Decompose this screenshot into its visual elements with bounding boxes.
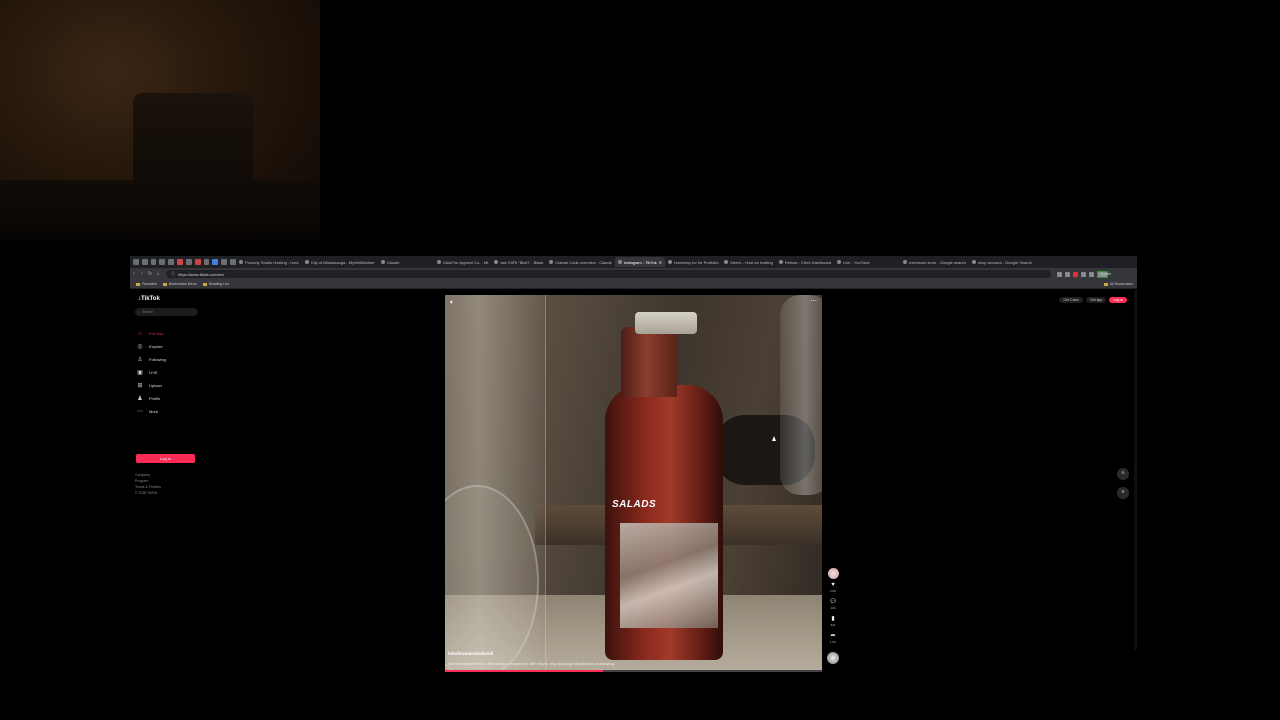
back-icon[interactable]: ‹ xyxy=(130,271,138,277)
comment-count: 126 xyxy=(830,606,836,610)
bookmark-favorites[interactable]: Favorites xyxy=(136,282,157,286)
video-caption-word: SALADS xyxy=(612,499,657,510)
webcam-overlay xyxy=(0,0,320,240)
reload-icon[interactable]: ↻ xyxy=(146,271,154,277)
page-scrollbar[interactable] xyxy=(1134,290,1137,650)
footer-links: Company Program Terms & Policies © 2025 … xyxy=(135,472,161,496)
forward-icon[interactable]: › xyxy=(138,271,146,277)
tab-strip: Prosody Studio Hosting - hoxc City of Mi… xyxy=(130,256,1137,268)
pinned-tabs[interactable] xyxy=(130,259,236,265)
video-progress-fill xyxy=(445,670,604,672)
bookmarks-bar: Favorites Bookmarks Menu Reading List Al… xyxy=(130,280,1137,289)
next-video-button[interactable]: ˅ xyxy=(1117,487,1129,499)
like-icon[interactable]: ♥ xyxy=(831,582,835,589)
chevron-up-icon: ˄ xyxy=(1121,471,1125,477)
browser-tab[interactable]: ask GitFit "Bitch" - Black xyxy=(491,257,546,267)
address-bar[interactable]: ⓘ https://www.tiktok.com/en/ xyxy=(166,270,1051,278)
mouse-cursor xyxy=(772,436,776,441)
browser-toolbar: ‹ › ↻ ⌂ ⓘ https://www.tiktok.com/en/ Upd… xyxy=(130,268,1137,280)
folder-icon xyxy=(1104,282,1109,286)
get-coins-button[interactable]: Get Coins xyxy=(1059,297,1083,303)
volume-icon[interactable]: 🔈︎ xyxy=(450,299,454,307)
extension-icon[interactable] xyxy=(1073,271,1078,277)
video-glass-jug xyxy=(780,295,822,495)
compass-icon: ◎ xyxy=(137,344,143,350)
browser-window: Prosody Studio Hosting - hoxc City of Mi… xyxy=(130,256,1137,672)
more-options-icon[interactable]: ⋯ xyxy=(810,297,817,305)
sidebar-item-more[interactable]: ⋯ More xyxy=(137,405,166,418)
browser-tab[interactable]: extension store - Google search xyxy=(900,257,969,267)
action-rail: ♥ 4.6K 💬︎ 126 ▮ 341 ➦ 1.5K xyxy=(827,568,839,664)
extensions-area: Update xyxy=(1057,270,1111,278)
video-progress-bar[interactable] xyxy=(445,670,822,672)
browser-tab[interactable]: Homebuy for for Portfolio xyxy=(665,257,721,267)
extension-icon[interactable] xyxy=(1081,271,1086,277)
browser-tab-active[interactable]: Instagram - TikTok ✕ xyxy=(614,257,665,267)
folder-icon xyxy=(162,282,167,286)
browser-tab[interactable]: Merch - Host an hosting xyxy=(721,257,775,267)
video-bottle-cap xyxy=(635,312,697,334)
copyright: © 2025 TikTok xyxy=(135,491,158,495)
sidebar-login-button[interactable]: Log in xyxy=(136,454,195,463)
sidebar-nav: ⌂ For You ◎ Explore ♙ Following ▣ LIVE ⊞ Uplo… xyxy=(137,327,166,418)
upload-icon: ⊞ xyxy=(137,383,143,389)
bookmark-icon[interactable]: ▮ xyxy=(831,616,834,623)
video-player[interactable]: SALADS 🔈︎ ⋯ bdsdiruuuesdcdseidi Everythi… xyxy=(445,295,822,672)
sidebar-item-for-you[interactable]: ⌂ For You xyxy=(137,327,166,340)
header-actions: Get Coins Get app Log in xyxy=(1059,297,1127,303)
update-button[interactable]: Update xyxy=(1097,270,1111,278)
extension-icon[interactable] xyxy=(1065,271,1070,277)
video-bottle-neck xyxy=(621,327,677,397)
folder-icon xyxy=(202,282,207,286)
browser-tab[interactable]: Claude Code overview - Claude xyxy=(546,257,614,267)
creator-avatar[interactable] xyxy=(827,568,839,579)
home-icon: ⌂ xyxy=(138,330,142,337)
extension-icon[interactable] xyxy=(1089,271,1094,277)
search-input[interactable]: ⌕ Search xyxy=(135,308,198,316)
header-login-button[interactable]: Log in xyxy=(1109,297,1127,303)
browser-tab[interactable]: shop account - Google Search xyxy=(969,257,1035,267)
sidebar-item-profile[interactable]: ♟ Profile xyxy=(137,392,166,405)
extension-icon[interactable] xyxy=(1057,271,1062,277)
following-icon: ♙ xyxy=(137,357,143,363)
previous-video-button[interactable]: ˄ xyxy=(1117,468,1129,480)
folder-icon xyxy=(136,282,140,286)
video-description: Everything tastes like a first season pr… xyxy=(448,662,614,666)
share-count: 1.5K xyxy=(829,640,837,644)
webcam-chair xyxy=(133,93,253,203)
save-count: 341 xyxy=(830,623,836,627)
share-icon[interactable]: ➦ xyxy=(830,633,835,640)
bookmark-menu[interactable]: Bookmarks Menu xyxy=(162,282,197,286)
tiktok-logo[interactable]: ♪TikTok xyxy=(138,296,160,302)
sidebar-item-explore[interactable]: ◎ Explore xyxy=(137,340,166,353)
browser-tab[interactable]: Refuse - Clerk Dashboard xyxy=(776,257,834,267)
home-icon[interactable]: ⌂ xyxy=(154,271,162,277)
get-app-button[interactable]: Get app xyxy=(1085,297,1107,303)
video-author[interactable]: bdsdiruuuesdcdseidi xyxy=(448,651,493,656)
browser-tab[interactable]: Live - YouTube xyxy=(834,257,900,267)
music-disc-icon[interactable] xyxy=(827,652,839,664)
live-icon: ▣ xyxy=(137,370,143,376)
like-count: 4.6K xyxy=(829,589,837,593)
sidebar-item-live[interactable]: ▣ LIVE xyxy=(137,366,166,379)
tiktok-page: ♪TikTok ⌕ Search ⌂ For You ◎ Explore ♙ Foll… xyxy=(130,290,1137,672)
browser-tab[interactable]: Prosody Studio Hosting - hoxc xyxy=(236,257,302,267)
chevron-down-icon: ˅ xyxy=(1121,490,1125,496)
profile-icon: ♟ xyxy=(137,396,143,402)
site-info-icon[interactable]: ⓘ xyxy=(171,271,175,277)
bookmark-reading-list[interactable]: Reading List xyxy=(202,282,229,286)
sidebar-item-following[interactable]: ♙ Following xyxy=(137,353,166,366)
browser-tab[interactable]: City of Mississauga - MyWebBuilder xyxy=(302,257,378,267)
address-text: https://www.tiktok.com/en/ xyxy=(178,271,225,277)
browser-tab[interactable]: ClickFire Apparel Co. - Mt xyxy=(434,257,492,267)
sidebar-item-upload[interactable]: ⊞ Upload xyxy=(137,379,166,392)
more-icon: ⋯ xyxy=(137,409,143,415)
comment-icon[interactable]: 💬︎ xyxy=(829,599,837,606)
tab-close-icon[interactable]: ✕ xyxy=(659,260,662,265)
video-bottle-label xyxy=(620,523,718,628)
browser-tab[interactable]: Claude xyxy=(378,257,434,267)
all-bookmarks[interactable]: All Bookmarks xyxy=(1104,282,1133,286)
search-icon: ⌕ xyxy=(138,310,140,314)
